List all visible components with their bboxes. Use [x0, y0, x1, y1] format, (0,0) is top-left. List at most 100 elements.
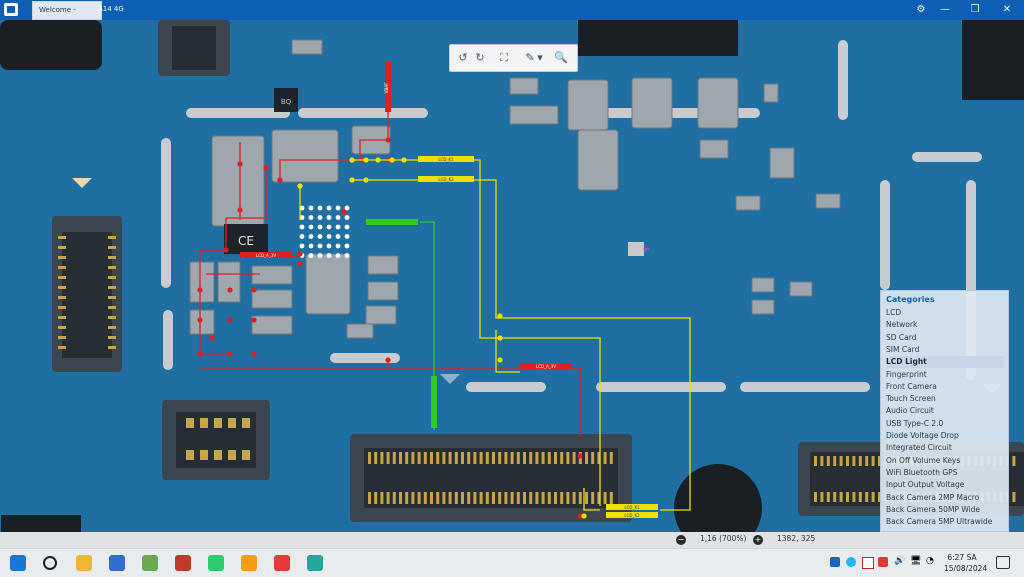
- snipping-icon[interactable]: [175, 555, 191, 571]
- bga-ball: [326, 215, 332, 220]
- connector-pin: [603, 492, 607, 504]
- category-item[interactable]: USB Type-C 2.0: [886, 418, 1004, 430]
- connector-pin: [1012, 456, 1016, 466]
- zoom-in-button[interactable]: +: [753, 535, 763, 545]
- connector-pin: [535, 492, 539, 504]
- app-icon[interactable]: [4, 3, 18, 16]
- windows-start-icon[interactable]: [10, 555, 26, 571]
- category-item[interactable]: Back Camera 5MP Ultrawide: [886, 516, 1004, 528]
- category-item[interactable]: LCD Light: [886, 356, 1004, 369]
- connector-pin: [554, 452, 557, 464]
- connector-pin: [516, 492, 520, 504]
- maximize-button[interactable]: ❐: [967, 2, 983, 18]
- bga-ball: [344, 224, 350, 230]
- category-item[interactable]: Touch Screen: [886, 393, 1004, 405]
- rotate-left-icon[interactable]: ↺: [455, 50, 471, 66]
- connector-pin: [846, 492, 849, 502]
- category-item[interactable]: On Off Volume Keys: [886, 455, 1004, 467]
- tray-v-icon[interactable]: [862, 557, 874, 569]
- connector-pin: [547, 492, 551, 504]
- categories-title: Categories: [886, 295, 935, 304]
- connector-pin: [814, 456, 817, 466]
- connector-pin: [529, 492, 533, 504]
- category-item[interactable]: Input Output Voltage: [886, 479, 1004, 491]
- bga-ball: [308, 243, 314, 249]
- clock-date: 15/08/2024: [944, 564, 988, 573]
- connector-pin: [368, 452, 371, 464]
- connector-pin: [498, 452, 502, 464]
- search-icon[interactable]: 🔍: [553, 50, 569, 66]
- info-icon[interactable]: [830, 557, 840, 567]
- connector-pin: [392, 492, 396, 504]
- file-explorer-icon[interactable]: [76, 555, 92, 571]
- connector-pin: [585, 492, 588, 504]
- category-item[interactable]: Diode Voltage Drop: [886, 430, 1004, 442]
- bga-ball: [335, 215, 341, 220]
- chrome-like-icon[interactable]: [241, 555, 257, 571]
- bga-ball: [317, 253, 323, 258]
- tray-red-icon[interactable]: [878, 557, 888, 567]
- test-point: [385, 137, 391, 143]
- title-bar: Welcome - Orion A14 4G Guideline ⚙ — ❐ ✕: [0, 0, 1024, 31]
- category-item[interactable]: LCD: [886, 307, 1004, 319]
- tab-guideline[interactable]: A14 4G Guideline: [92, 1, 160, 30]
- search-icon[interactable]: [43, 556, 57, 570]
- connector-pin: [380, 452, 384, 464]
- close-button[interactable]: ✕: [999, 2, 1015, 18]
- connector-pin: [585, 452, 588, 464]
- test-point: [251, 351, 257, 357]
- bga-ball: [344, 243, 350, 249]
- dropdown-icon[interactable]: ▾: [536, 50, 544, 66]
- test-point: [197, 351, 203, 357]
- edge-icon[interactable]: [307, 555, 323, 571]
- connector-pin: [399, 492, 402, 504]
- connector-pin: [572, 492, 576, 504]
- category-item[interactable]: Front Camera: [886, 381, 1004, 393]
- test-point: [497, 313, 503, 319]
- zoom-out-button[interactable]: −: [676, 535, 686, 545]
- connector-pin: [386, 492, 390, 504]
- wifi-icon[interactable]: ◔: [926, 556, 934, 566]
- minimize-button[interactable]: —: [937, 2, 953, 18]
- connector-pin: [578, 492, 582, 504]
- test-point: [497, 357, 503, 363]
- chrome-icon[interactable]: [274, 555, 290, 571]
- notification-icon[interactable]: [996, 556, 1010, 569]
- bga-ball: [308, 205, 314, 211]
- category-item[interactable]: WiFi Bluetooth GPS: [886, 467, 1004, 479]
- bga-ball: [344, 234, 350, 239]
- connector-pin: [504, 452, 508, 464]
- store-icon[interactable]: [109, 555, 125, 571]
- category-item[interactable]: SIM Card: [886, 344, 1004, 356]
- rotate-right-icon[interactable]: ↻: [472, 50, 488, 66]
- bga-ball: [299, 243, 305, 249]
- category-item[interactable]: Back Camera 2MP Macro: [886, 492, 1004, 504]
- category-item[interactable]: Integrated Circuit: [886, 442, 1004, 454]
- paint-icon[interactable]: [142, 555, 158, 571]
- category-item[interactable]: Network: [886, 319, 1004, 331]
- settings-gear-icon[interactable]: ⚙: [913, 2, 929, 18]
- tray-app-icon[interactable]: [846, 557, 856, 567]
- connector-pin: [473, 452, 477, 464]
- connector-pin: [839, 492, 843, 502]
- network-icon[interactable]: 🖥: [910, 556, 921, 566]
- connector-pin: [871, 492, 875, 502]
- connector-pin: [374, 492, 378, 504]
- connector-pin: [603, 452, 607, 464]
- connector-pin: [523, 452, 526, 464]
- category-item[interactable]: Fingerprint: [886, 369, 1004, 381]
- connector-pin: [454, 452, 458, 464]
- connector-pin: [833, 456, 837, 466]
- fit-screen-icon[interactable]: ⛶: [496, 50, 512, 66]
- bga-ball: [308, 234, 314, 239]
- category-item[interactable]: Audio Circuit: [886, 405, 1004, 417]
- line-icon[interactable]: [208, 555, 224, 571]
- label-lcd-k2-b: LCD_K2: [624, 513, 640, 518]
- volume-icon[interactable]: 🔊: [894, 556, 905, 566]
- bga-ball: [308, 215, 314, 220]
- pcb-view[interactable]: CE BQ LCD_A_3V LCD_A_3V VBAT LCD_K1 LCD_…: [0, 20, 1024, 532]
- clock[interactable]: 6:27 SA 15/08/2024: [944, 552, 988, 574]
- test-point: [277, 177, 283, 183]
- category-item[interactable]: SD Card: [886, 332, 1004, 344]
- category-item[interactable]: Back Camera 50MP Wide: [886, 504, 1004, 516]
